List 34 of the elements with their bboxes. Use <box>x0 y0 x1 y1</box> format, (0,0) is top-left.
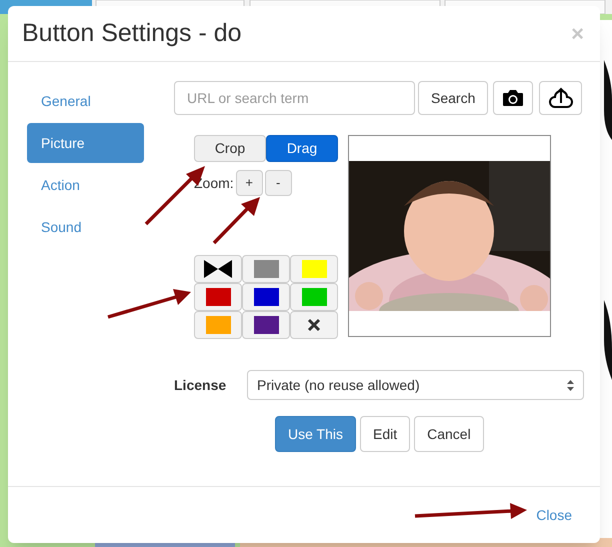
dialog-title: Button Settings - do <box>22 18 242 49</box>
color-swatch-button[interactable] <box>290 255 338 283</box>
close-link[interactable]: Close <box>536 504 572 526</box>
bowtie-icon <box>204 260 232 278</box>
color-swatch-button[interactable] <box>242 311 290 339</box>
mode-toggle-button[interactable]: Crop <box>194 135 266 162</box>
search-button[interactable]: Search <box>418 81 488 115</box>
color-swatch-button[interactable] <box>194 311 242 339</box>
zoom-in-button[interactable]: + <box>236 170 263 196</box>
bowtie-button[interactable] <box>194 255 242 283</box>
color-swatch-button[interactable] <box>290 283 338 311</box>
nav-tab[interactable]: Picture <box>27 123 144 163</box>
clear-button[interactable] <box>290 311 338 339</box>
nav-tab[interactable]: Action <box>27 165 144 205</box>
search-field[interactable]: URL or search term <box>174 81 415 115</box>
upload-button[interactable] <box>539 81 582 115</box>
action-button[interactable]: Use This <box>275 416 356 452</box>
license-label: License <box>174 376 228 394</box>
color-swatch-button[interactable] <box>194 283 242 311</box>
x-icon <box>307 318 321 332</box>
color-swatch-button[interactable] <box>242 283 290 311</box>
color-swatch-button[interactable] <box>242 255 290 283</box>
annotation-arrow <box>211 195 262 246</box>
action-button[interactable]: Cancel <box>414 416 484 452</box>
camera-icon <box>502 89 524 107</box>
mode-toggle-button[interactable]: Drag <box>266 135 338 162</box>
select-arrows-icon <box>567 380 574 390</box>
nav-tab[interactable]: General <box>27 81 144 121</box>
action-button[interactable]: Edit <box>360 416 410 452</box>
zoom-out-button[interactable]: - <box>264 170 292 196</box>
nav-tab[interactable]: Sound <box>27 207 144 247</box>
cloud-upload-icon <box>548 87 573 109</box>
camera-button[interactable] <box>493 81 534 115</box>
license-select[interactable]: Private (no reuse allowed) <box>247 370 584 400</box>
